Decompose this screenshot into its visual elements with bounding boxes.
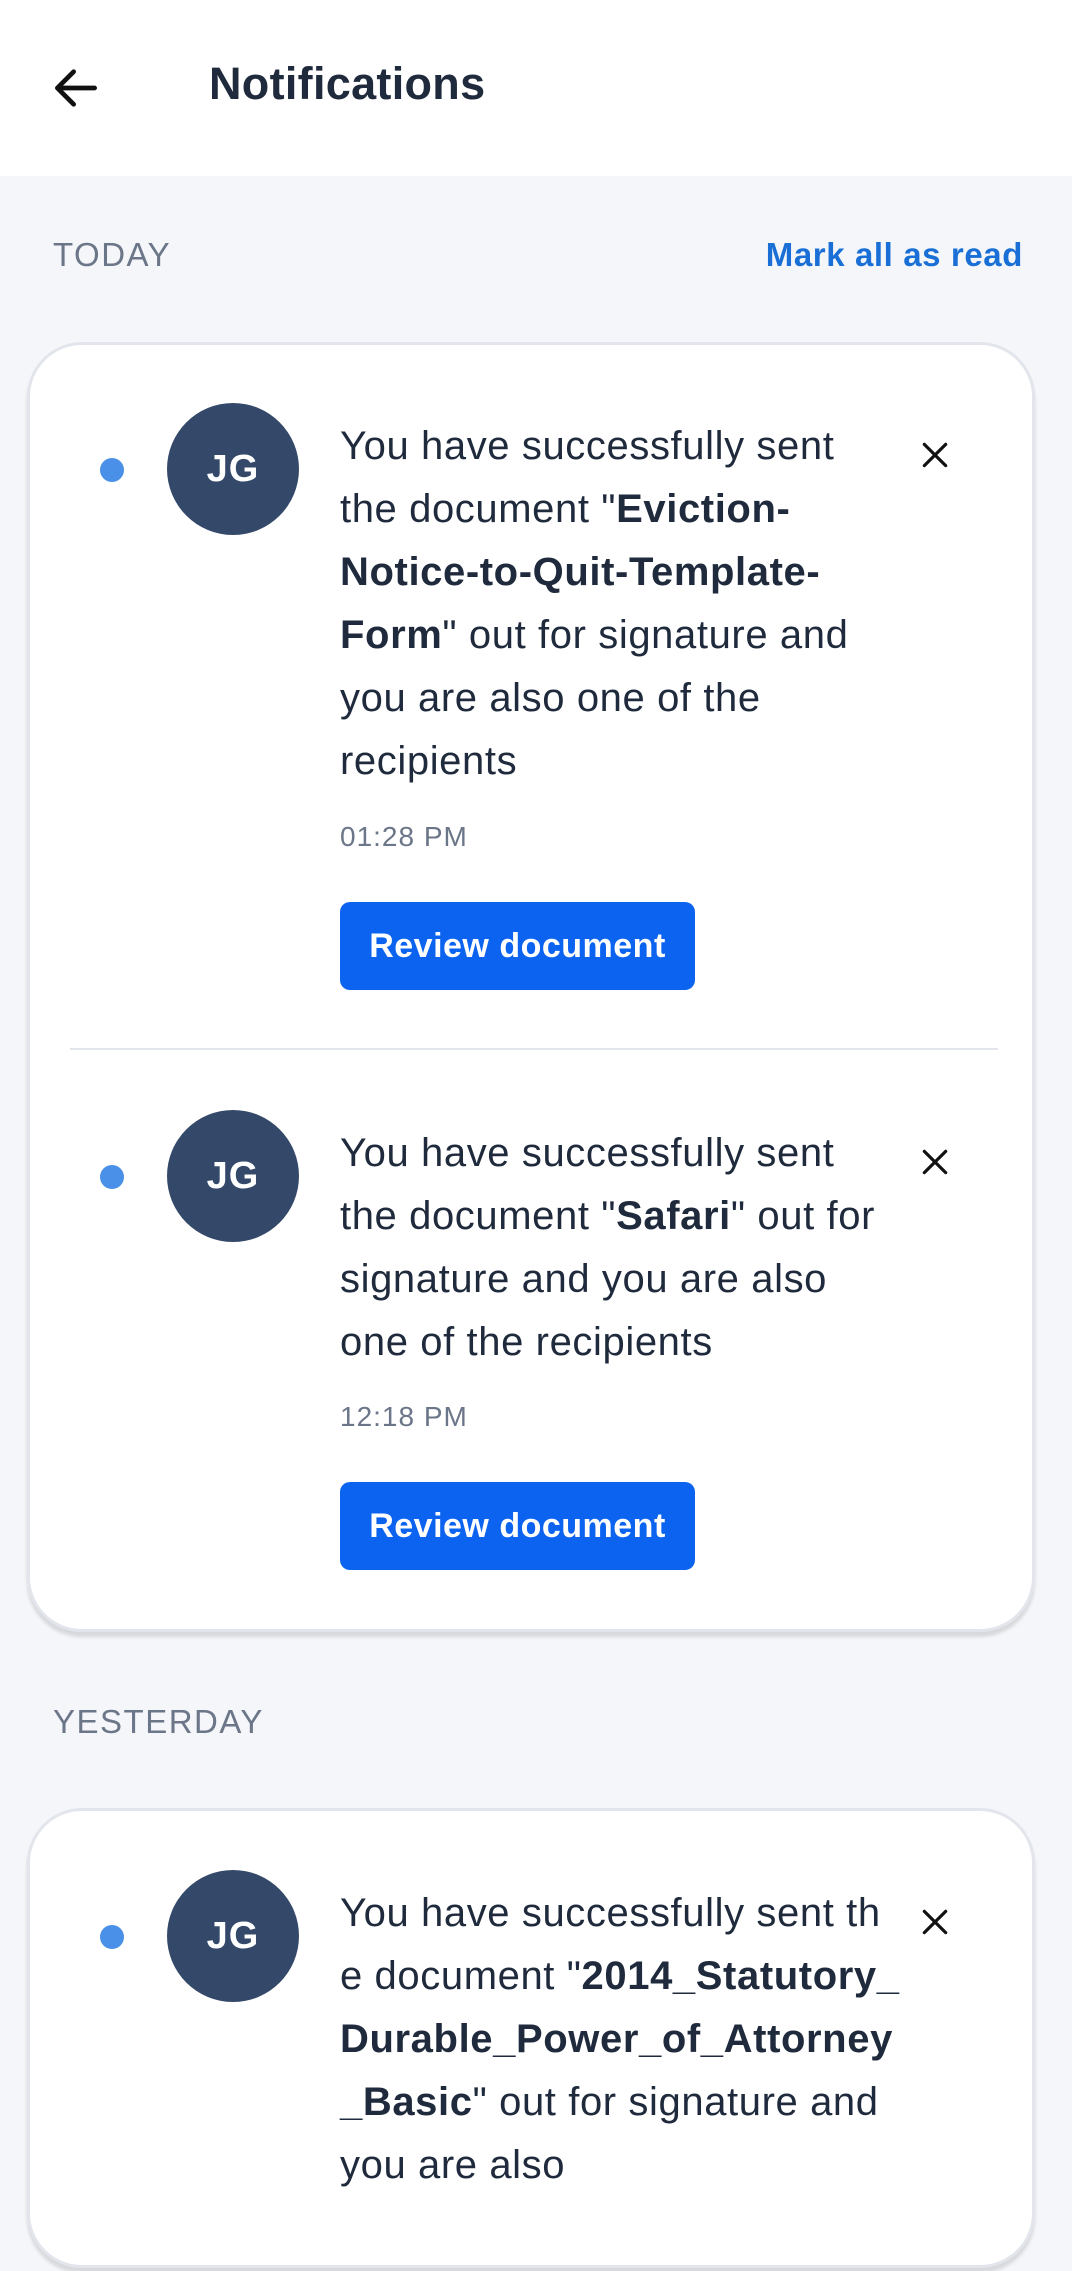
app-bar: Notifications [0,0,1072,176]
avatar: JG [167,403,299,535]
section-label-yesterday: YESTERDAY [53,1703,264,1740]
notification-item: JG You have successfully sent the docume… [30,1051,1038,1611]
unread-indicator [100,1165,124,1189]
mark-all-as-read-link[interactable]: Mark all as read [766,236,1023,274]
notification-message: You have successfully sent the document … [340,1122,900,1374]
dismiss-button[interactable] [910,1137,960,1187]
dismiss-button[interactable] [910,1897,960,1947]
notification-time: 01:28 PM [340,821,468,852]
close-icon [922,1909,948,1935]
dismiss-button[interactable] [910,430,960,480]
notification-message: You have successfully sent the document … [340,1882,900,2197]
notification-message: You have successfully sent the document … [340,415,900,793]
section-header-today: TODAY Mark all as read [53,236,1023,274]
divider [70,1048,998,1050]
back-button[interactable] [44,56,108,120]
unread-indicator [100,1925,124,1949]
avatar: JG [167,1870,299,2002]
notification-card-yesterday: JG You have successfully sent the docume… [27,1808,1035,2268]
close-icon [922,442,948,468]
avatar-initials: JG [206,1914,260,1957]
notification-item: JG You have successfully sent the docume… [30,345,1038,995]
avatar-initials: JG [206,1154,260,1197]
page-title: Notifications [209,58,486,109]
avatar-initials: JG [206,447,260,490]
avatar: JG [167,1110,299,1242]
notification-card-today: JG You have successfully sent the docume… [27,342,1035,1632]
section-label-today: TODAY [53,236,172,273]
unread-indicator [100,458,124,482]
section-header-yesterday: YESTERDAY [53,1703,1023,1741]
review-document-button[interactable]: Review document [340,902,695,990]
close-icon [922,1149,948,1175]
document-name[interactable]: Safari [616,1194,731,1238]
arrow-left-icon [55,69,97,107]
review-document-button[interactable]: Review document [340,1482,695,1570]
notification-item: JG You have successfully sent the docume… [30,1811,1038,2271]
notification-time: 12:18 PM [340,1401,468,1432]
